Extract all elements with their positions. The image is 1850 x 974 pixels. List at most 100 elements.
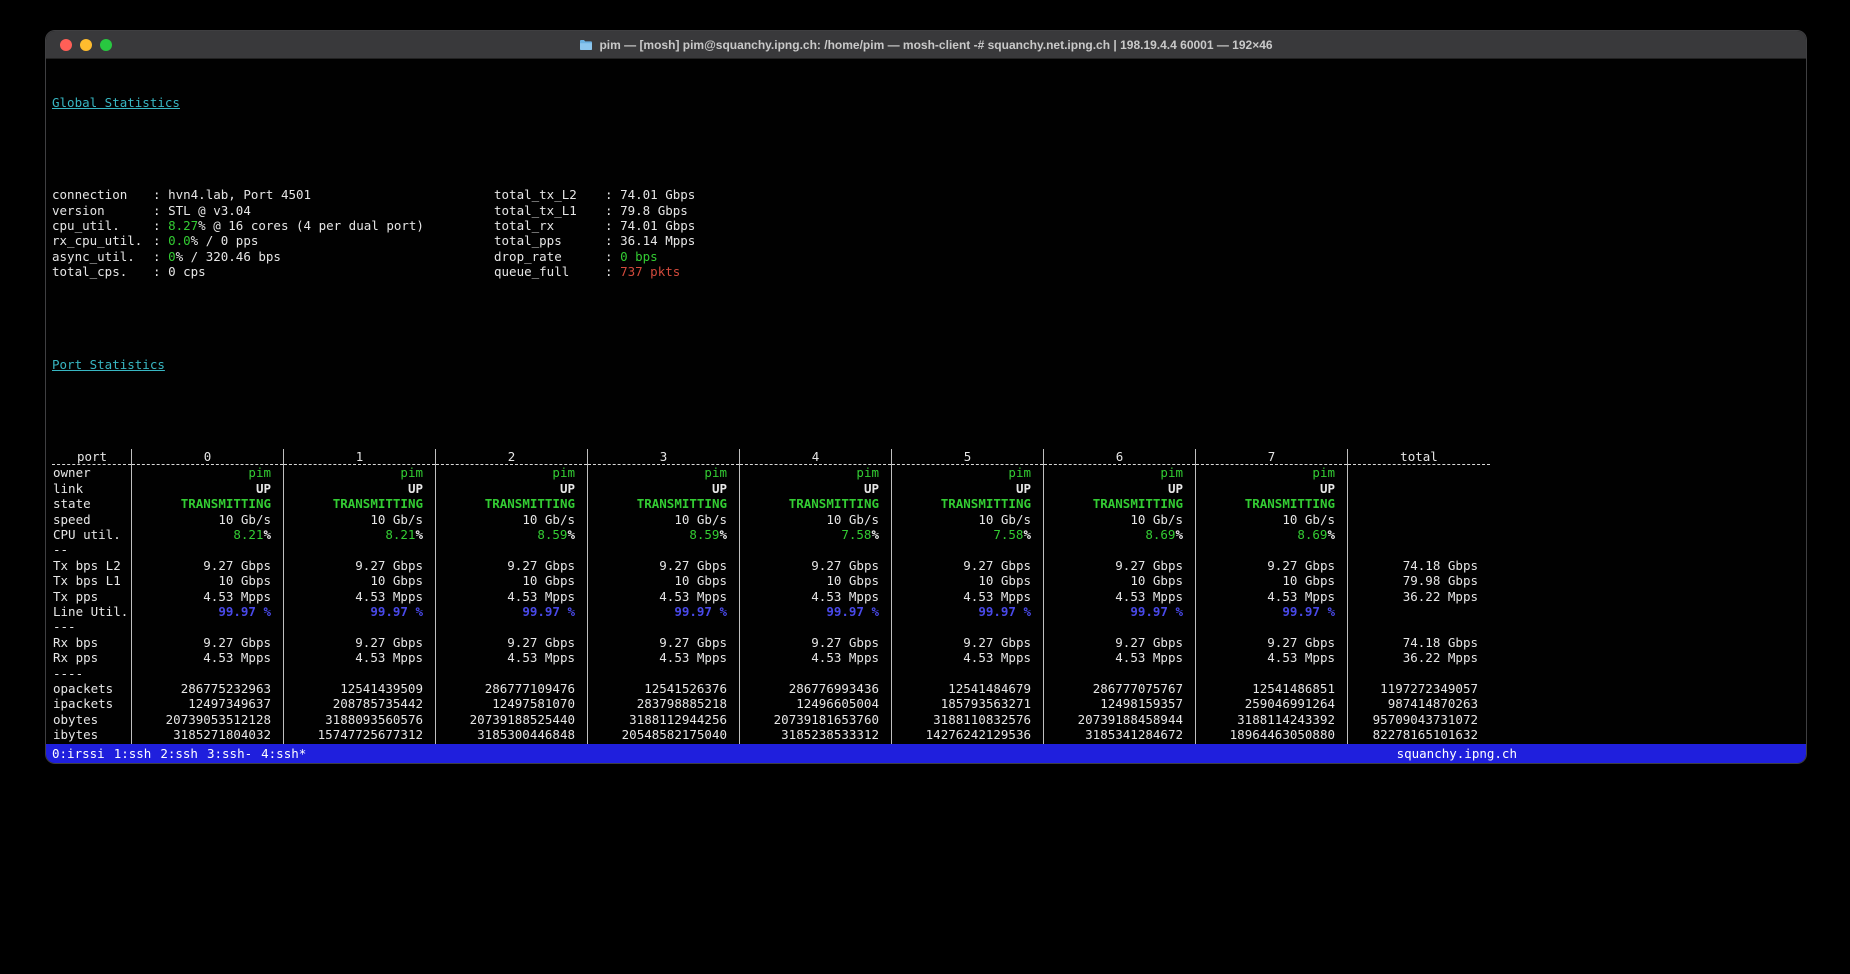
port-stat-cell: pim <box>892 465 1044 481</box>
tmux-window-item[interactable]: 1:ssh <box>114 744 152 763</box>
port-column-header: 1 <box>284 449 436 465</box>
global-stat-line: drop_rate: 0 bps <box>494 249 695 264</box>
port-stat-cell: 12496605004 <box>740 696 892 711</box>
port-stat-cell: 10 Gb/s <box>740 512 892 527</box>
port-stat-cell: 95709043731072 <box>1348 712 1491 727</box>
port-stats-row-speed: speed10 Gb/s10 Gb/s10 Gb/s10 Gb/s10 Gb/s… <box>52 512 1490 527</box>
port-stat-cell: 99.97 % <box>436 604 588 619</box>
port-stats-row-tx-pps: Tx pps4.53 Mpps4.53 Mpps4.53 Mpps4.53 Mp… <box>52 589 1490 604</box>
window-title: pim — [mosh] pim@squanchy.ipng.ch: /home… <box>599 38 1272 52</box>
row-label: opackets <box>52 681 132 696</box>
row-label: Tx bps L2 <box>52 558 132 573</box>
traffic-lights <box>60 31 112 58</box>
port-stat-cell: pim <box>1196 465 1348 481</box>
window-title-area: pim — [mosh] pim@squanchy.ipng.ch: /home… <box>46 38 1806 52</box>
port-stat-cell: UP <box>436 481 588 496</box>
port-stat-cell: 12541486851 <box>1196 681 1348 696</box>
global-stats-left-column: connection: hvn4.lab, Port 4501version: … <box>52 187 494 279</box>
fullscreen-button[interactable] <box>100 39 112 51</box>
port-stat-cell: 20739053512128 <box>132 712 284 727</box>
port-stat-cell: 1197272349057 <box>1348 681 1491 696</box>
port-statistics-table: port01234567totalownerpimpimpimpimpimpim… <box>52 449 1490 744</box>
port-stat-cell: 4.53 Mpps <box>1196 589 1348 604</box>
port-stat-cell: 3185271804032 <box>132 727 284 742</box>
port-column-header: 3 <box>588 449 740 465</box>
port-stat-cell: 9.27 Gbps <box>436 558 588 573</box>
window-titlebar[interactable]: pim — [mosh] pim@squanchy.ipng.ch: /home… <box>46 31 1806 59</box>
port-stat-cell: 99.97 % <box>588 604 740 619</box>
global-statistics-heading: Global Statistics <box>52 95 1806 110</box>
port-stat-cell: 12497581070 <box>436 696 588 711</box>
port-stat-cell: 185793563271 <box>892 696 1044 711</box>
port-stat-cell: 4.53 Mpps <box>892 650 1044 665</box>
tmux-window-item[interactable]: 4:ssh* <box>261 744 306 763</box>
desktop: pim — [mosh] pim@squanchy.ipng.ch: /home… <box>0 0 1850 974</box>
stat-value: 0 bps <box>620 249 658 264</box>
port-stat-cell: 10 Gbps <box>740 573 892 588</box>
port-stat-cell <box>1196 619 1348 634</box>
port-stat-cell <box>1044 666 1196 681</box>
port-stat-cell: 10 Gb/s <box>436 512 588 527</box>
port-stat-cell: 283798885218 <box>588 696 740 711</box>
tmux-window-item[interactable]: 3:ssh- <box>207 744 252 763</box>
port-stat-cell: 20739188458944 <box>1044 712 1196 727</box>
port-stat-cell: 10 Gbps <box>436 573 588 588</box>
terminal-screen[interactable]: Global Statistics connection: hvn4.lab, … <box>46 59 1806 744</box>
port-stat-cell: 20739188525440 <box>436 712 588 727</box>
port-stat-cell: 8.59% <box>436 527 588 542</box>
port-stat-cell: 99.97 % <box>132 604 284 619</box>
port-stat-cell <box>1196 542 1348 557</box>
stat-label: cpu_util. <box>52 218 153 233</box>
port-stat-cell: 9.27 Gbps <box>588 558 740 573</box>
stat-value: 74.01 Gbps <box>620 218 695 233</box>
port-stat-cell: TRANSMITTING <box>740 496 892 511</box>
port-column-header: total <box>1348 449 1491 465</box>
port-stat-cell: 10 Gbps <box>588 573 740 588</box>
port-stat-cell: 3188112944256 <box>588 712 740 727</box>
global-stat-line: async_util.: 0% / 320.46 bps <box>52 249 494 264</box>
port-column-header: port <box>52 449 132 465</box>
stat-value: 74.01 Gbps <box>620 187 695 202</box>
port-stat-cell <box>740 666 892 681</box>
global-stat-line: version: STL @ v3.04 <box>52 203 494 218</box>
port-stat-cell: 4.53 Mpps <box>132 589 284 604</box>
port-stat-cell: 4.53 Mpps <box>284 589 436 604</box>
port-stat-cell: 9.27 Gbps <box>1196 635 1348 650</box>
tmux-window-list: 0:irssi 1:ssh 2:ssh 3:ssh- 4:ssh* <box>46 744 1397 763</box>
port-stat-cell: 987414870263 <box>1348 696 1491 711</box>
port-stats-row-opackets: opackets28677523296312541439509286777109… <box>52 681 1490 696</box>
stat-label: rx_cpu_util. <box>52 233 153 248</box>
port-stat-cell: TRANSMITTING <box>892 496 1044 511</box>
minimize-button[interactable] <box>80 39 92 51</box>
port-stat-cell: 82278165101632 <box>1348 727 1491 742</box>
port-stat-cell: 286776993436 <box>740 681 892 696</box>
port-stat-cell: 4.53 Mpps <box>740 650 892 665</box>
port-stat-cell: 12498159357 <box>1044 696 1196 711</box>
port-stat-cell: 10 Gb/s <box>132 512 284 527</box>
port-stat-cell: TRANSMITTING <box>132 496 284 511</box>
port-stat-cell: pim <box>1044 465 1196 481</box>
tmux-window-item[interactable]: 2:ssh <box>160 744 198 763</box>
port-stats-row-owner: ownerpimpimpimpimpimpimpimpim <box>52 465 1490 481</box>
port-stat-cell: 36.22 Mpps <box>1348 650 1491 665</box>
port-stats-row-tx-bps-l2: Tx bps L29.27 Gbps9.27 Gbps9.27 Gbps9.27… <box>52 558 1490 573</box>
global-stat-line: connection: hvn4.lab, Port 4501 <box>52 187 494 202</box>
row-label: --- <box>52 619 132 634</box>
tmux-window-item[interactable]: 0:irssi <box>52 744 105 763</box>
port-stat-cell: pim <box>740 465 892 481</box>
port-stat-cell: 4.53 Mpps <box>1044 650 1196 665</box>
port-stat-cell <box>740 619 892 634</box>
port-stat-cell: 99.97 % <box>284 604 436 619</box>
stat-label: total_tx_L1 <box>494 203 605 218</box>
row-label: Line Util. <box>52 604 132 619</box>
port-stat-cell: 4.53 Mpps <box>436 589 588 604</box>
port-stat-cell: 286775232963 <box>132 681 284 696</box>
port-stat-cell <box>1348 496 1491 511</box>
port-stat-cell: 3188093560576 <box>284 712 436 727</box>
port-stat-cell: 20739181653760 <box>740 712 892 727</box>
close-button[interactable] <box>60 39 72 51</box>
port-stat-cell: 14276242129536 <box>892 727 1044 742</box>
port-stats-row-cpu-util-: CPU util.8.21%8.21%8.59%8.59%7.58%7.58%8… <box>52 527 1490 542</box>
port-stat-cell <box>1348 666 1491 681</box>
port-stat-cell: 10 Gbps <box>1196 573 1348 588</box>
